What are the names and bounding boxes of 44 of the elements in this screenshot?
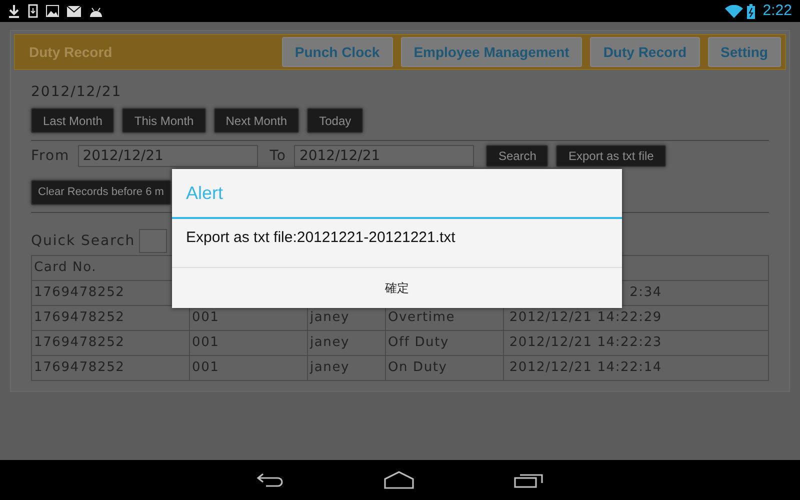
table-cell: Overtime <box>388 310 456 326</box>
range-button[interactable]: Next Month <box>214 108 300 133</box>
wifi-icon <box>724 4 743 18</box>
table-cell: 001 <box>192 335 220 350</box>
quick-search-field[interactable] <box>139 229 168 253</box>
image-icon <box>46 5 59 17</box>
home-icon[interactable] <box>384 471 414 489</box>
download-icon <box>8 4 20 18</box>
dialog-message: Export as txt file:20121221-20121221.txt <box>185 228 456 248</box>
from-date-field[interactable]: 2012/12/21 <box>78 145 258 167</box>
action-button[interactable]: Export as txt file <box>556 145 666 167</box>
table-cell: 001 <box>192 360 220 376</box>
table-cell: 2012/12/21 14:22:29 <box>509 310 662 326</box>
table-cell: Off Duty <box>388 335 449 350</box>
table-cell: 2012/12/21 14:22:14 <box>509 360 662 376</box>
dialog-title: Alert <box>185 182 224 204</box>
to-label: To <box>270 146 286 166</box>
quick-search-label: Quick Search <box>31 232 136 250</box>
table-cell: janey <box>310 360 350 376</box>
back-icon[interactable] <box>256 473 284 487</box>
range-button[interactable]: This Month <box>122 108 206 133</box>
ok-button[interactable]: 確定 <box>172 267 622 308</box>
date-text: 2012/12/21 <box>31 83 123 102</box>
android-icon <box>89 6 103 16</box>
to-date-field[interactable]: 2012/12/21 <box>294 145 474 167</box>
table-cell: 2012/12/21 14:22:23 <box>509 335 662 350</box>
recents-icon[interactable] <box>514 472 544 488</box>
table-cell: 2:34 <box>630 285 662 300</box>
action-button[interactable]: Search <box>486 145 548 167</box>
table-cell: janey <box>310 310 350 326</box>
clock-text: 2:22 <box>762 0 792 21</box>
table-cell: 1769478252 <box>34 335 125 350</box>
table-cell: On Duty <box>388 360 448 376</box>
table-cell: janey <box>310 335 350 350</box>
range-button[interactable]: Today <box>307 108 364 133</box>
range-button[interactable]: Last Month <box>31 108 114 133</box>
clear-records-button[interactable]: Clear Records before 6 m <box>31 180 171 205</box>
mail-icon <box>67 6 81 16</box>
table-cell: 001 <box>192 310 220 326</box>
table-cell: 1769478252 <box>34 310 125 326</box>
battery-icon <box>746 4 755 18</box>
table-cell: 1769478252 <box>34 360 125 376</box>
from-label: From <box>31 146 70 166</box>
table-cell: 1769478252 <box>34 285 125 300</box>
